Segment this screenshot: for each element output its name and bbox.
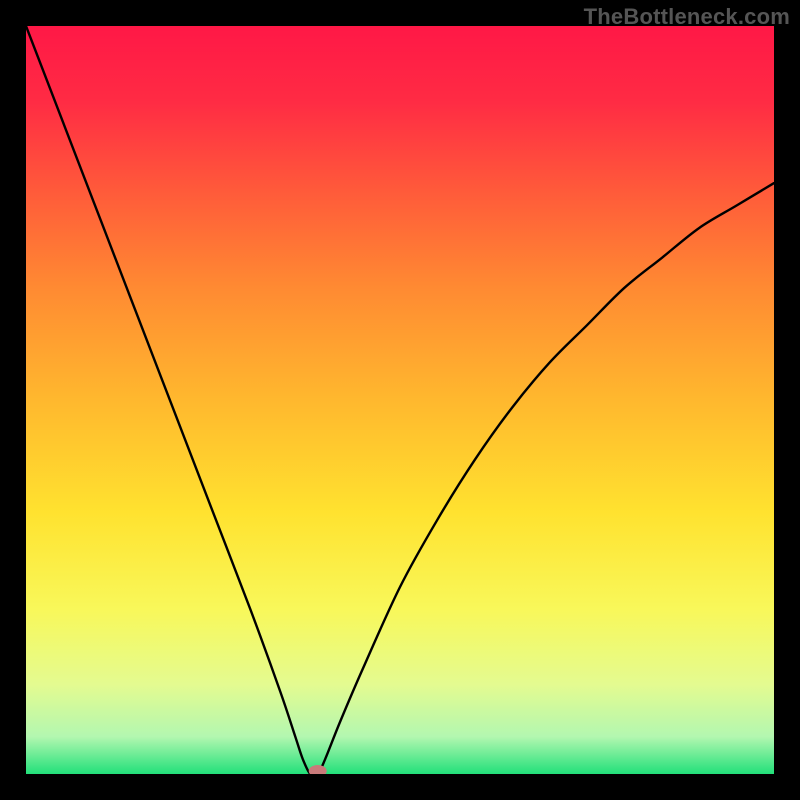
gradient-background (26, 26, 774, 774)
plot-area (26, 26, 774, 774)
chart-svg (26, 26, 774, 774)
chart-frame: TheBottleneck.com (0, 0, 800, 800)
watermark-text: TheBottleneck.com (584, 4, 790, 30)
